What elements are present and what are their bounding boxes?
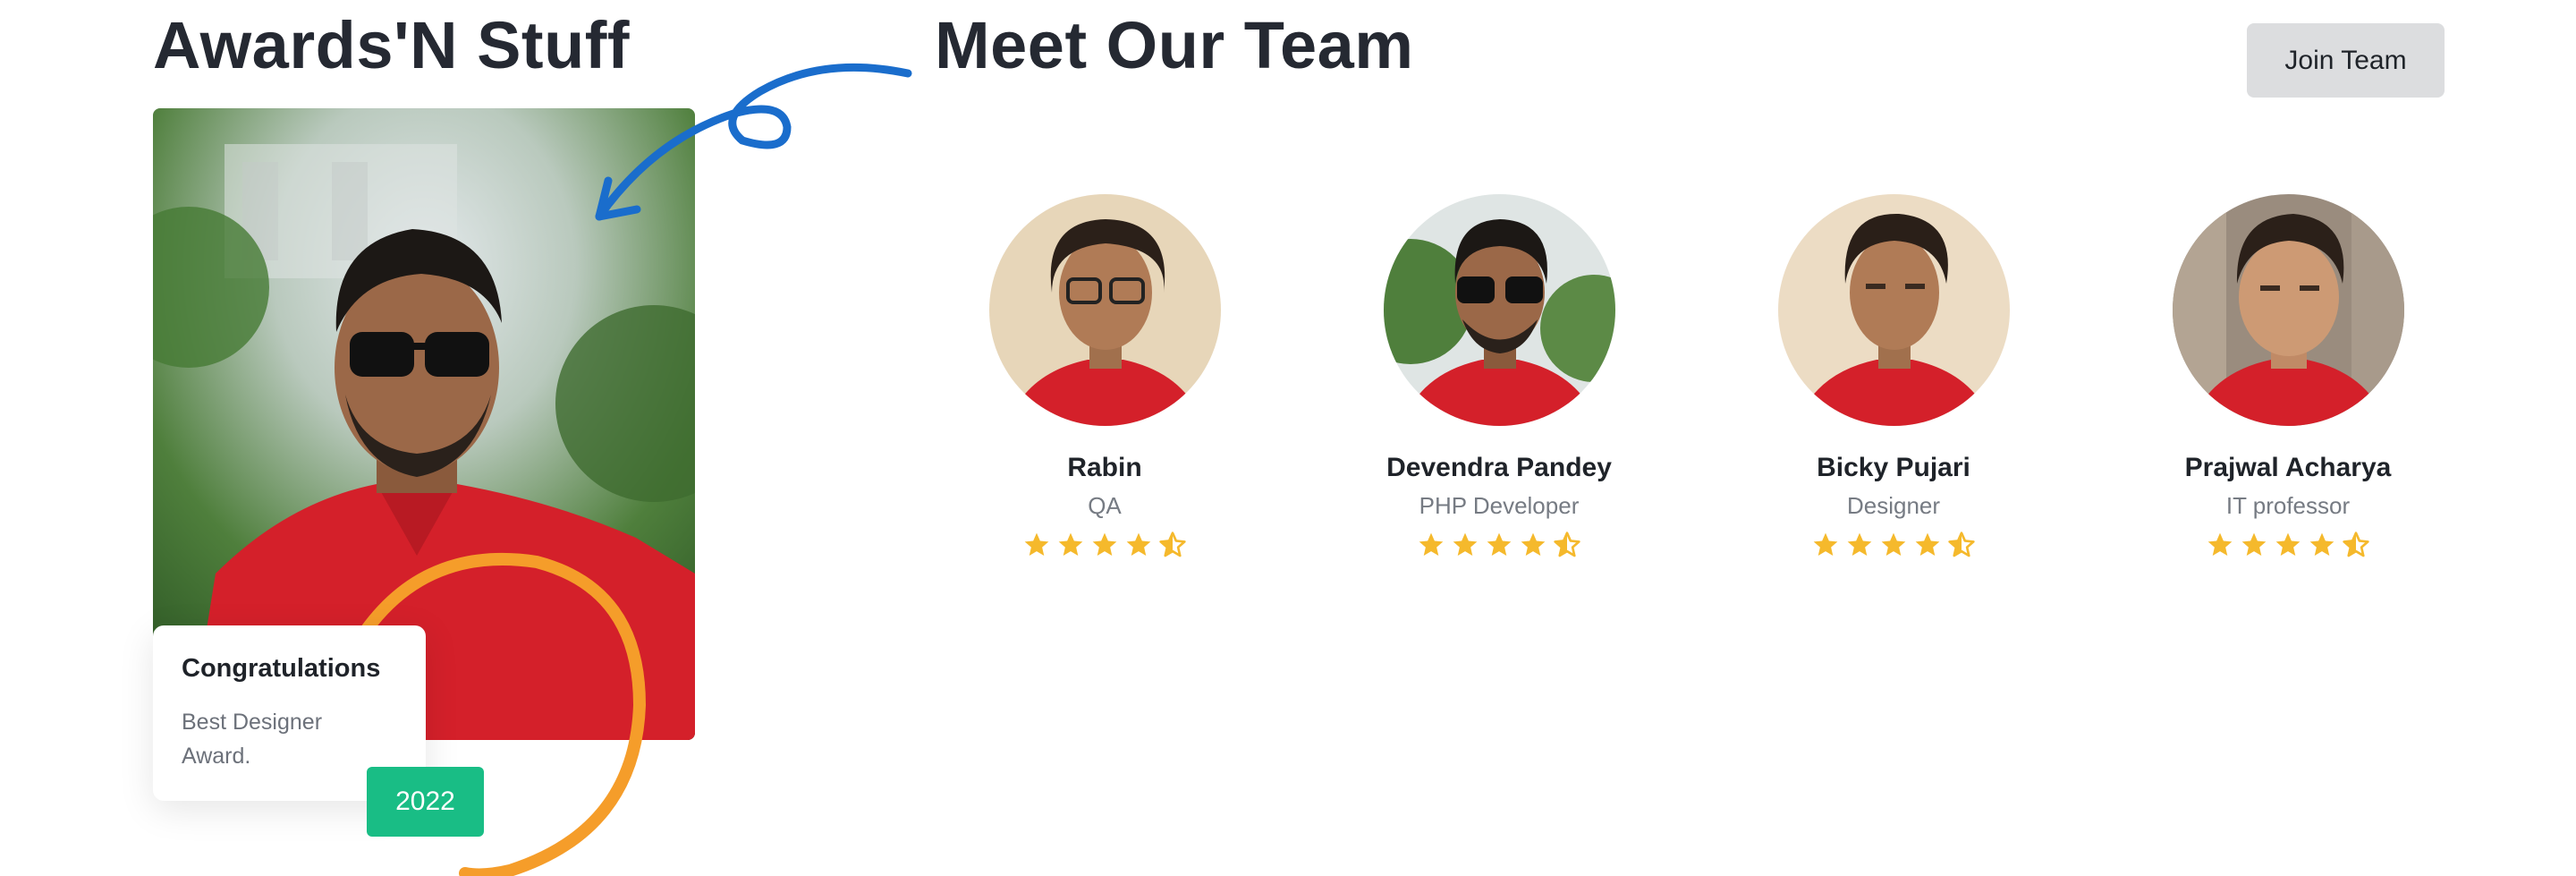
avatar [988,194,1221,426]
member-name: Devendra Pandey [1386,453,1612,482]
member-role: PHP Developer [1419,492,1580,519]
member-role: QA [1088,492,1122,519]
star-icon [1453,532,1478,556]
star-rating [2091,531,2485,559]
half-star-icon [1554,532,1580,557]
star-icon [2275,532,2301,556]
member-role: IT professor [2225,492,2351,519]
avatar [1383,194,1615,426]
star-icon [1024,532,1049,556]
team-heading: Meet Our Team [935,8,1414,82]
team-member-card[interactable]: Bicky Pujari Designer [1697,194,2090,559]
star-icon [1881,532,1906,556]
award-card-title: Congratulations [182,654,381,683]
half-star-icon [2343,532,2369,557]
star-icon [1126,532,1151,556]
star-icon [1813,532,1838,556]
star-rating [1302,531,1696,559]
star-icon [1487,532,1512,556]
star-icon [1915,532,1940,556]
member-name: Bicky Pujari [1817,453,1970,482]
member-role: Designer [1846,492,1941,519]
star-icon [2207,532,2233,556]
star-rating [908,531,1301,559]
member-name: Rabin [1067,453,1142,482]
star-icon [1847,532,1872,556]
avatar [1777,194,2010,426]
half-star-icon [1948,532,1975,557]
half-star-icon [1159,532,1186,557]
award-year-badge: 2022 [367,767,484,837]
team-member-card[interactable]: Devendra Pandey PHP Developer [1302,194,1696,559]
star-icon [1092,532,1117,556]
curved-arrow-icon [595,63,912,221]
team-member-card[interactable]: Rabin QA [908,194,1301,559]
star-icon [2241,532,2267,556]
star-icon [1521,532,1546,556]
star-icon [1058,532,1083,556]
star-icon [2309,532,2334,556]
member-name: Prajwal Acharya [2184,453,2392,482]
team-member-card[interactable]: Prajwal Acharya IT professor [2091,194,2485,559]
award-card-text: Best Designer Award. [182,710,323,769]
star-icon [1419,532,1444,556]
avatar [2172,194,2404,426]
join-team-button[interactable]: Join Team [2247,23,2445,98]
star-rating [1697,531,2090,559]
